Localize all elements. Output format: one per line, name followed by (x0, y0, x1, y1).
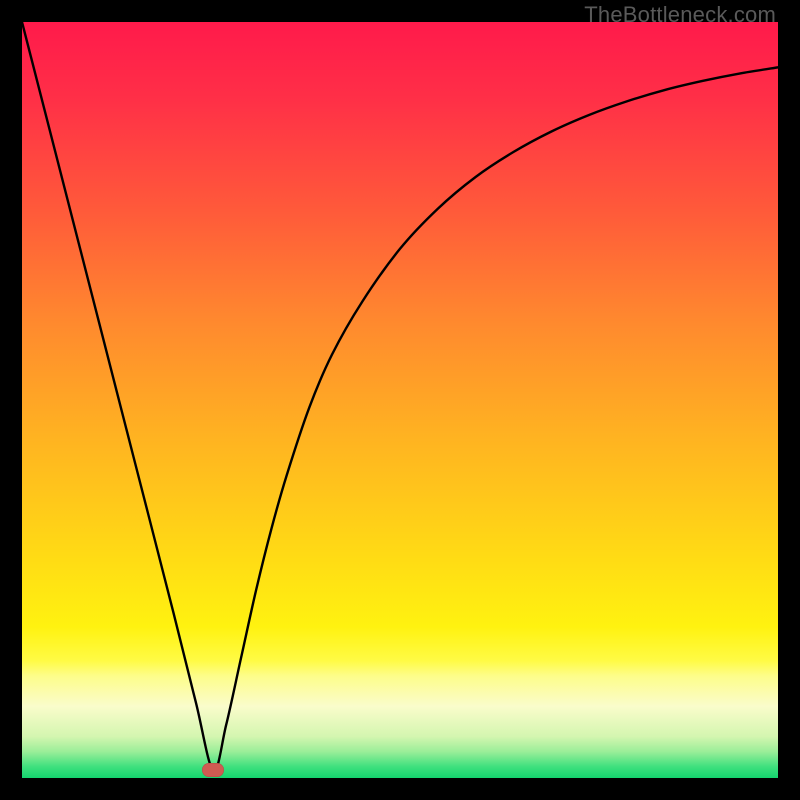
bottleneck-curve (22, 22, 778, 778)
watermark-text: TheBottleneck.com (584, 2, 776, 28)
min-point-marker (202, 763, 224, 777)
plot-area (22, 22, 778, 778)
chart-frame: TheBottleneck.com (0, 0, 800, 800)
